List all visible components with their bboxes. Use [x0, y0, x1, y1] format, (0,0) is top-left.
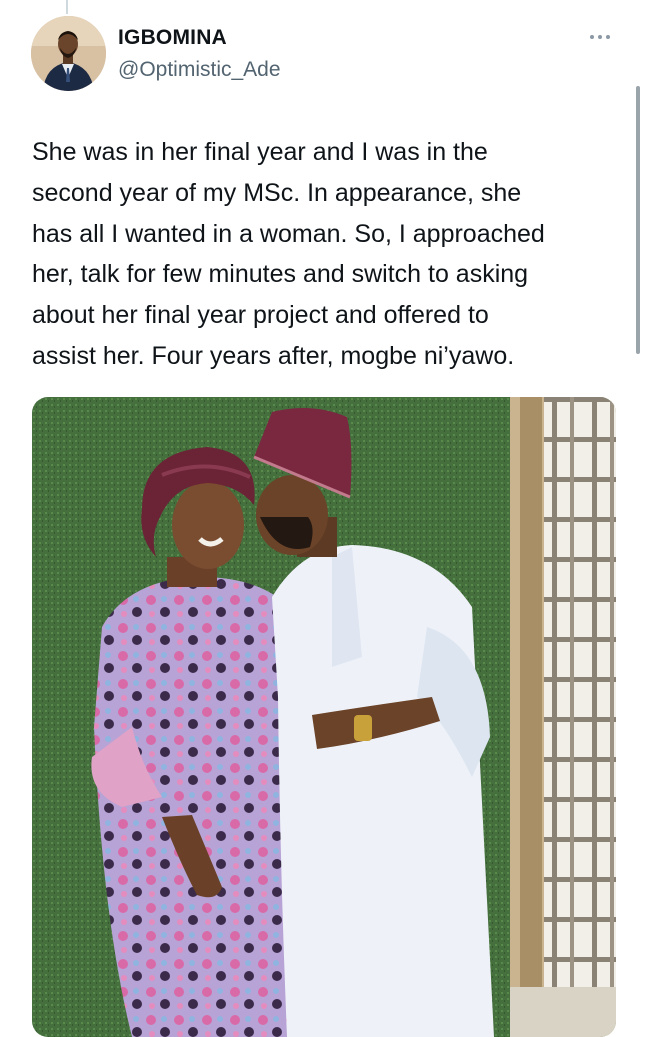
- user-handle[interactable]: @Optimistic_Ade: [118, 58, 281, 82]
- couple-photo-illustration: [32, 397, 616, 1037]
- display-name[interactable]: IGBOMINA: [118, 26, 227, 50]
- avatar[interactable]: [31, 16, 106, 91]
- more-dot: [590, 35, 594, 39]
- thread-connector-line: [66, 0, 68, 14]
- more-dot: [598, 35, 602, 39]
- tweet-text: She was in her final year and I was in t…: [32, 138, 545, 370]
- more-dot: [606, 35, 610, 39]
- tweet-photo[interactable]: [32, 397, 616, 1037]
- more-horizontal-icon[interactable]: [590, 30, 614, 44]
- avatar-image: [31, 16, 106, 91]
- scrollbar[interactable]: [636, 86, 640, 354]
